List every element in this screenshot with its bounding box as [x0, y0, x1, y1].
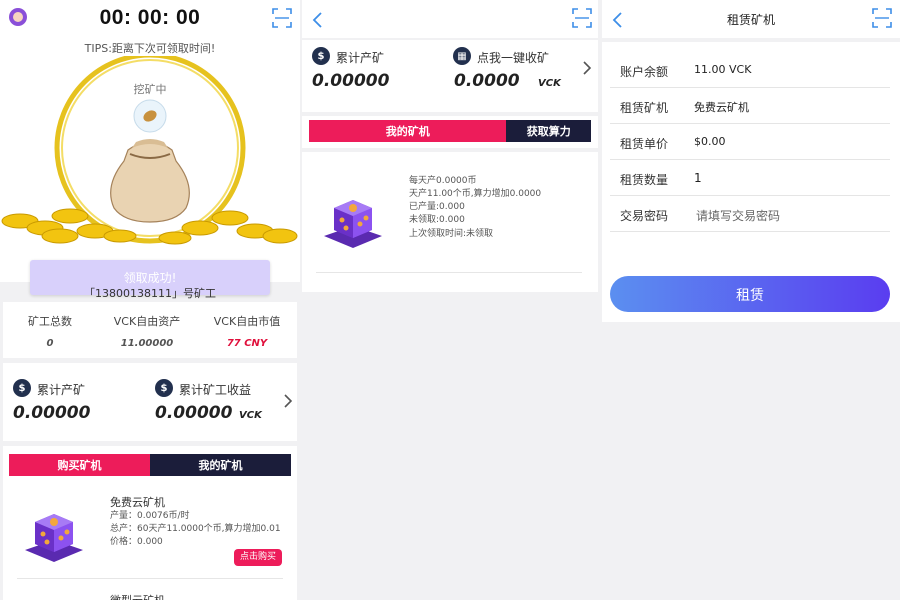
password-input[interactable]: 请填写交易密码: [696, 207, 780, 224]
password-label: 交易密码: [620, 209, 669, 223]
list-divider: [17, 578, 283, 579]
collect-all-label[interactable]: 点我一键收矿: [477, 49, 549, 66]
countdown-timer: 00: 00: 00: [99, 6, 201, 29]
nav-bar: 租赁矿机: [602, 0, 900, 38]
scan-icon[interactable]: [872, 8, 892, 28]
machine-last-claim: 上次领取时间:未领取: [409, 229, 494, 239]
quantity-label: 租赁数量: [620, 173, 669, 187]
scan-icon[interactable]: [272, 8, 292, 28]
form-row-password[interactable]: 交易密码 请填写交易密码: [610, 196, 890, 232]
machine-price: 价格：0.000: [110, 537, 163, 547]
mining-machine-icon: [324, 200, 382, 248]
lease-submit-button[interactable]: 租赁: [610, 276, 890, 312]
balance-label: 账户余额: [620, 65, 669, 79]
lease-form: 账户余额 11.00 VCK 租赁矿机 免费云矿机 租赁单价 $0.00 租赁数…: [602, 42, 900, 322]
my-machines-panel: $ 累计产矿 ▦ 点我一键收矿 0.00000 0.0000 VCK 我的矿机 …: [302, 0, 598, 600]
form-row-balance: 账户余额 11.00 VCK: [610, 52, 890, 88]
scan-icon[interactable]: [572, 8, 592, 28]
tab-my-machine[interactable]: 我的矿机: [150, 454, 291, 476]
stat-value-miners: 0: [46, 338, 54, 349]
tabs-card: 我的矿机 获取算力: [302, 116, 598, 148]
machine-tabs: 我的矿机 获取算力: [309, 120, 591, 142]
mining-header-card: 00: 00: 00 TIPS:距离下次可领取时间! 挖矿中: [0, 0, 300, 282]
total-mined-label: 累计产矿: [336, 51, 385, 65]
machine-label: 租赁矿机: [620, 101, 669, 115]
tab-buy-machine[interactable]: 购买矿机: [9, 454, 150, 476]
unit-label: VCK: [538, 78, 561, 89]
form-row-quantity[interactable]: 租赁数量 1: [610, 160, 890, 196]
total-earnings-value: 0.00000: [155, 403, 233, 423]
unit-price-label: 租赁单价: [620, 137, 669, 151]
mining-status-label: 挖矿中: [133, 83, 167, 96]
stat-label-market: VCK自由市值: [213, 315, 281, 328]
stat-value-market: 77 CNY: [226, 338, 268, 349]
stat-label-miners: 矿工总数: [28, 315, 72, 328]
form-row-machine: 租赁矿机 免费云矿机: [610, 88, 890, 124]
totals-card[interactable]: $ 累计产矿 ▦ 点我一键收矿 0.00000 0.0000 VCK: [302, 40, 598, 112]
list-divider: [316, 272, 582, 273]
buy-button[interactable]: 点击购买: [234, 549, 282, 566]
machine-produced: 已产量:0.000: [409, 202, 465, 212]
totals-card[interactable]: $ 累计产矿 $ 累计矿工收益 0.00000 0.00000 VCK: [3, 363, 297, 441]
coin-icon: $: [13, 379, 31, 397]
machine-value: 免费云矿机: [694, 101, 749, 114]
machine-total: 总产：60天产11.0000个币,算力增加0.01: [110, 524, 281, 534]
tab-my-machine[interactable]: 我的矿机: [309, 120, 507, 142]
collect-icon[interactable]: ▦: [453, 47, 471, 65]
quantity-input[interactable]: 1: [694, 171, 702, 185]
machine-list-card: 购买矿机 我的矿机 免费云矿机 产量：0.0076币/时 总产：60天产11.0…: [3, 446, 297, 600]
unit-price-value: $0.00: [694, 135, 726, 148]
stat-value-assets: 11.00000: [120, 338, 174, 349]
coin-icon: $: [312, 47, 330, 65]
chevron-right-icon[interactable]: [283, 393, 293, 409]
machine-tabs: 购买矿机 我的矿机: [9, 454, 291, 476]
lease-submit-label: 租赁: [736, 288, 764, 304]
stat-label-assets: VCK自由资产: [113, 315, 181, 328]
form-row-unit-price: 租赁单价 $0.00: [610, 124, 890, 160]
lease-machine-panel: 租赁矿机 账户余额 11.00 VCK 租赁矿机 免费云矿机 租赁单价 $0.0…: [602, 0, 900, 600]
chevron-right-icon[interactable]: [582, 60, 592, 76]
mining-home-panel: 00: 00: 00 TIPS:距离下次可领取时间! 挖矿中 领取成功! 「13…: [0, 0, 300, 600]
total-earnings-label: 累计矿工收益: [179, 383, 252, 397]
machine-total-output: 天产11.00个币,算力增加0.0000: [409, 189, 542, 199]
nav-bar: [302, 0, 598, 38]
tab-get-hashrate[interactable]: 获取算力: [506, 120, 591, 142]
page-title: 租赁矿机: [726, 13, 775, 27]
coin-icon: $: [155, 379, 173, 397]
unit-label: VCK: [239, 410, 262, 421]
total-mined-label: 累计产矿: [37, 383, 86, 397]
tips-text: TIPS:距离下次可领取时间!: [84, 42, 216, 55]
collect-value: 0.0000: [454, 71, 520, 91]
machine-name: 免费云矿机: [110, 496, 165, 509]
total-mined-value: 0.00000: [312, 71, 390, 91]
claim-button-label: 领取成功!: [123, 271, 177, 285]
miner-account-label: 「13800138111」号矿工: [84, 287, 216, 300]
machine-daily-output: 每天产0.0000币: [409, 176, 477, 186]
machine-output: 产量：0.0076币/时: [110, 511, 190, 521]
mining-machine-icon: [25, 514, 83, 562]
total-mined-value: 0.00000: [13, 403, 91, 423]
machine2-name: 微型云矿机: [110, 592, 165, 600]
machine-unclaimed: 未领取:0.000: [409, 215, 465, 225]
my-machine-card: 每天产0.0000币 天产11.00个币,算力增加0.0000 已产量:0.00…: [302, 152, 598, 292]
stats-card: 矿工总数 VCK自由资产 VCK自由市值 0 11.00000 77 CNY: [3, 302, 297, 358]
back-icon[interactable]: [310, 10, 326, 30]
balance-value: 11.00 VCK: [694, 63, 752, 76]
